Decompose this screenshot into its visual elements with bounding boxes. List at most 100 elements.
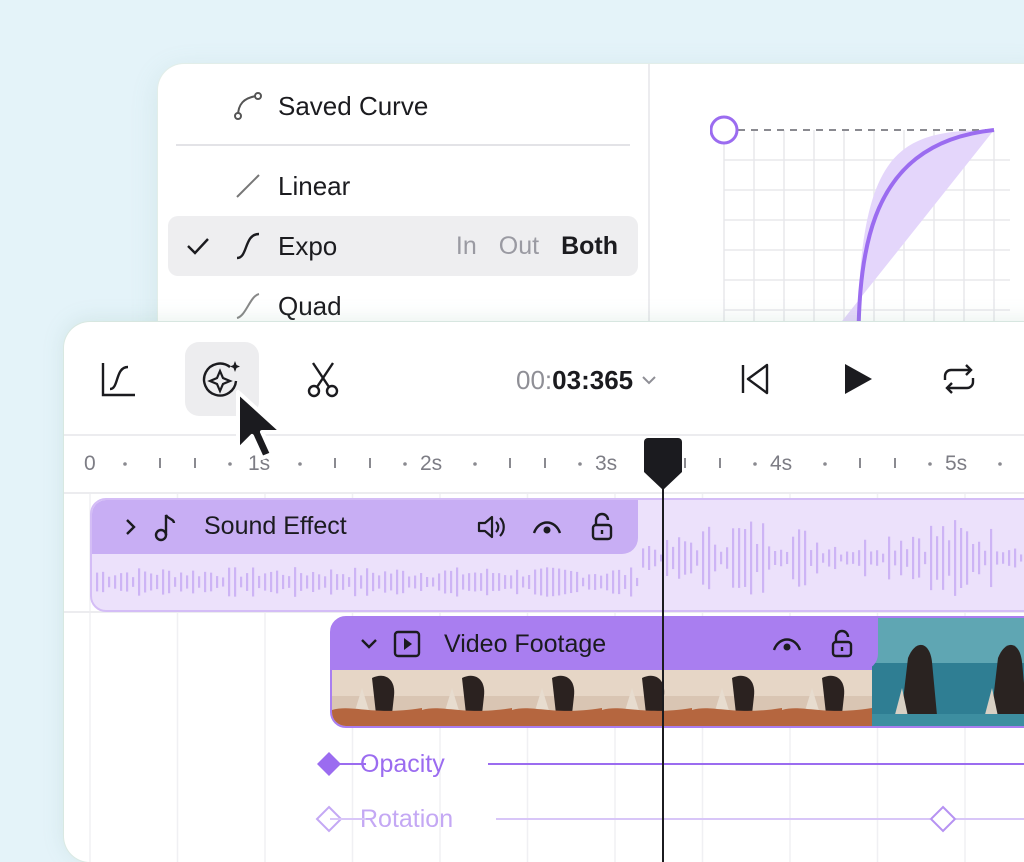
- waveform-bar: [936, 536, 939, 580]
- waveform-bar: [240, 576, 243, 588]
- waveform-bar: [996, 551, 999, 565]
- waveform-bar: [822, 553, 825, 563]
- waveform-bar: [1020, 554, 1023, 562]
- waveform-bar: [870, 551, 873, 565]
- video-frame-thumbnail: [332, 670, 422, 726]
- timecode-display[interactable]: 00: 03:365: [516, 360, 659, 400]
- video-track[interactable]: Video Footage: [330, 616, 1024, 728]
- curve-item-label: Quad: [278, 290, 342, 321]
- ease-both-option[interactable]: Both: [561, 232, 618, 261]
- unlock-icon[interactable]: [590, 512, 614, 542]
- waveform-bar: [252, 567, 255, 597]
- waveform-bar: [246, 573, 249, 591]
- visibility-icon[interactable]: [772, 633, 802, 655]
- waveform-bar: [540, 568, 543, 596]
- waveform-bar: [642, 548, 645, 568]
- waveform-bar: [786, 551, 789, 565]
- chevron-right-icon[interactable]: [120, 516, 142, 538]
- loop-button[interactable]: [922, 342, 996, 416]
- waveform-bar: [798, 529, 801, 587]
- unlock-icon[interactable]: [830, 629, 854, 659]
- waveform-bar: [390, 573, 393, 591]
- chevron-down-icon[interactable]: [358, 633, 380, 655]
- visibility-icon[interactable]: [532, 516, 562, 538]
- waveform-bar: [978, 541, 981, 575]
- waveform-bar: [720, 551, 723, 565]
- waveform-bar: [174, 577, 177, 587]
- waveform-bar: [264, 573, 267, 591]
- curve-handle-knob[interactable]: [710, 115, 739, 145]
- waveform-bar: [726, 547, 729, 569]
- waveform-bar: [606, 573, 609, 591]
- waveform-bar: [270, 571, 273, 593]
- audio-track[interactable]: Sound Effect: [90, 498, 1024, 612]
- ease-out-option[interactable]: Out: [499, 232, 539, 261]
- waveform-bar: [594, 574, 597, 590]
- ease-in-option[interactable]: In: [456, 232, 477, 261]
- curve-item-expo[interactable]: Expo In Out Both: [168, 216, 638, 276]
- waveform-bar: [906, 549, 909, 567]
- waveform-bar: [516, 569, 519, 595]
- waveform-bar: [804, 530, 807, 586]
- waveform-bar: [780, 549, 783, 567]
- waveform-bar: [354, 567, 357, 597]
- waveform-bar: [198, 576, 201, 588]
- waveform-bar: [462, 574, 465, 590]
- waveform-bar: [534, 569, 537, 595]
- waveform-bar: [276, 570, 279, 594]
- waveform-bar: [504, 575, 507, 589]
- waveform-bar: [492, 573, 495, 591]
- playhead-handle[interactable]: [644, 438, 682, 490]
- waveform-bar: [438, 573, 441, 591]
- waveform-bar: [372, 572, 375, 592]
- waveform-bar: [510, 575, 513, 589]
- saved-curve-icon: [234, 92, 262, 120]
- quad-curve-icon: [236, 293, 260, 319]
- linear-curve-icon: [236, 174, 260, 198]
- waveform-bar: [300, 573, 303, 591]
- curve-item-label: Linear: [278, 170, 351, 201]
- waveform-bar: [282, 574, 285, 590]
- waveform-bar: [696, 550, 699, 566]
- video-frame-thumbnail: [782, 670, 872, 726]
- waveform-bar: [144, 571, 147, 593]
- ease-options: In Out Both: [456, 232, 618, 261]
- waveform-bar: [228, 567, 231, 597]
- video-track-title: Video Footage: [444, 630, 607, 658]
- checkmark-icon: [187, 238, 209, 255]
- waveform-bar: [600, 575, 603, 589]
- time-ruler[interactable]: 0 1s 2s 3s 4s 5s: [64, 436, 1024, 492]
- waveform-bar: [408, 576, 411, 588]
- keyframe-hollow-icon[interactable]: [929, 805, 957, 833]
- video-frame-thumbnail: [512, 670, 602, 726]
- waveform-bar: [180, 572, 183, 592]
- saved-curve-item[interactable]: Saved Curve: [168, 76, 638, 136]
- waveform-bar: [564, 569, 567, 595]
- music-note-icon: [154, 514, 176, 542]
- curve-tool-button[interactable]: [82, 342, 156, 416]
- volume-icon[interactable]: [476, 513, 506, 541]
- play-button[interactable]: [820, 342, 894, 416]
- audio-track-header: Sound Effect: [92, 500, 638, 554]
- waveform-bar: [444, 570, 447, 594]
- waveform-bar: [222, 577, 225, 587]
- waveform-bar: [474, 572, 477, 592]
- curve-item-linear[interactable]: Linear: [168, 156, 638, 216]
- waveform-bar: [396, 569, 399, 595]
- waveform-bar: [498, 573, 501, 591]
- scissors-button[interactable]: [286, 342, 360, 416]
- waveform-bar: [1008, 550, 1011, 566]
- waveform-bar: [108, 576, 111, 588]
- skip-to-start-button[interactable]: [718, 342, 792, 416]
- saved-curve-label: Saved Curve: [278, 90, 429, 121]
- waveform-bar: [288, 576, 291, 588]
- waveform-bar: [678, 537, 681, 579]
- waveform-bar: [792, 536, 795, 580]
- waveform-bar: [840, 554, 843, 562]
- video-filmstrip: [332, 618, 1024, 726]
- waveform-bar: [612, 570, 615, 594]
- waveform-bar: [672, 546, 675, 570]
- waveform-bar: [846, 551, 849, 565]
- waveform-bar: [732, 528, 735, 588]
- skip-to-start-icon: [741, 363, 769, 395]
